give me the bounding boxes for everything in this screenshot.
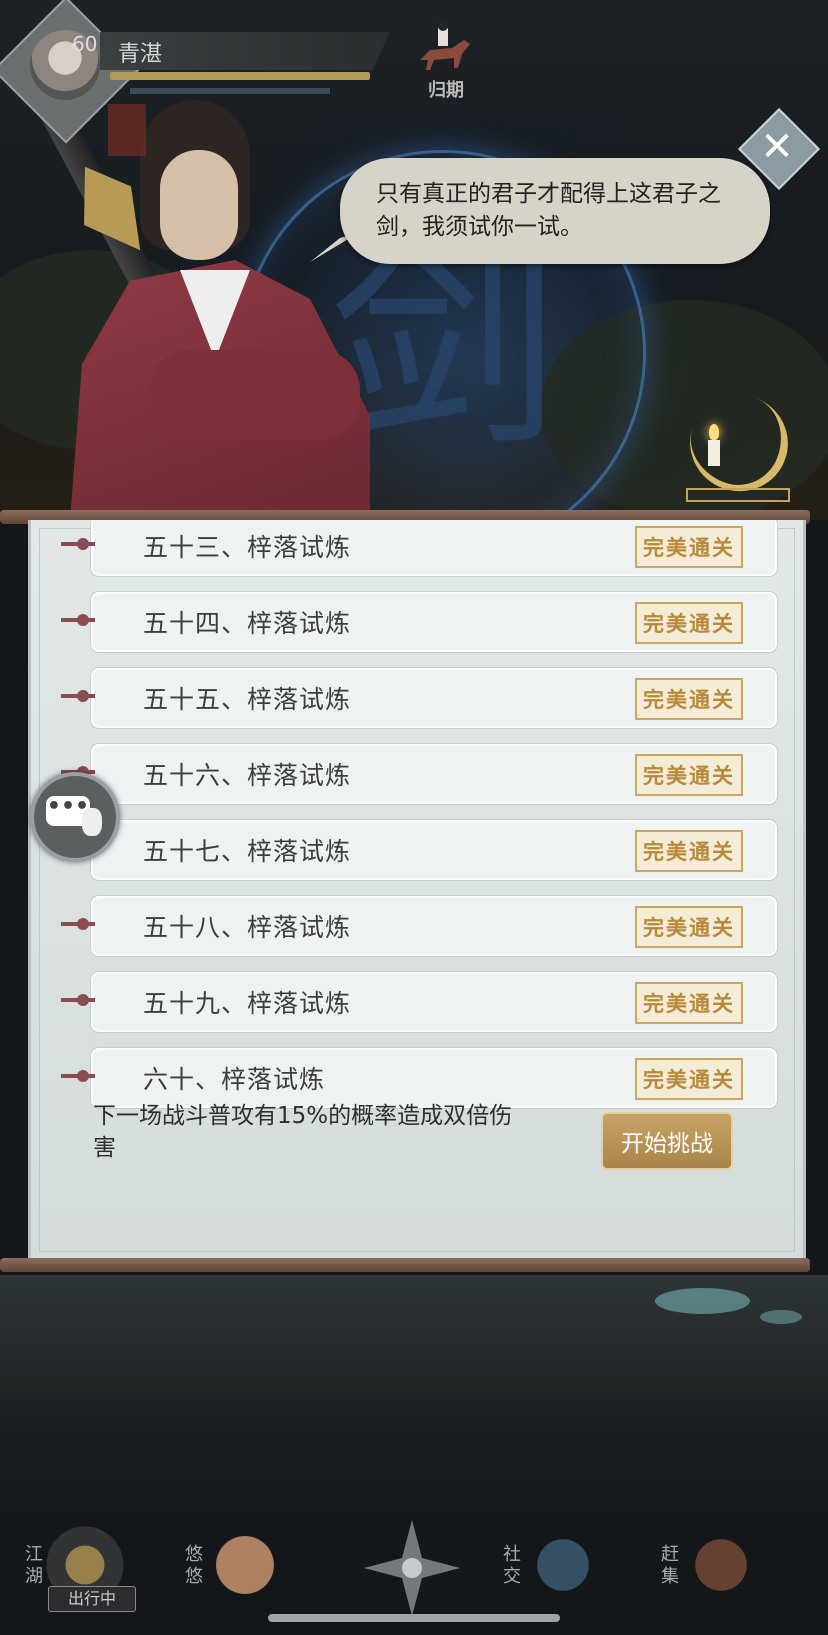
perfect-clear-seal: 完美通关 [635, 830, 743, 872]
nav-label: 赶集 [661, 1544, 679, 1587]
trial-label: 五十八、梓落试炼 [143, 913, 352, 942]
nav-item-jianghu[interactable]: 江湖 出行中 [10, 1500, 150, 1635]
trial-label: 五十九、梓落试炼 [143, 989, 352, 1018]
trial-row[interactable]: 五十五、梓落试炼 完美通关 [61, 668, 777, 728]
scroll-rod-bottom [0, 1258, 810, 1272]
perfect-clear-seal: 完美通关 [635, 982, 743, 1024]
row-bullet-dot [77, 994, 89, 1006]
trial-row[interactable]: 六十、梓落试炼 完美通关 [61, 1048, 777, 1108]
candle-icon [708, 440, 720, 466]
trial-row[interactable]: 五十四、梓落试炼 完美通关 [61, 592, 777, 652]
dialog-text: 只有真正的君子才配得上这君子之剑，我须试你一试。 [376, 181, 721, 240]
wave-icon [518, 1520, 608, 1610]
trial-label: 六十、梓落试炼 [143, 1065, 326, 1094]
nav-label: 江湖 [25, 1544, 43, 1587]
row-bullet-dot [77, 538, 89, 550]
trial-row[interactable]: 五十六、梓落试炼 完美通关 [61, 744, 777, 804]
basket-icon [676, 1520, 766, 1610]
trial-row[interactable]: 五十八、梓落试炼 完美通关 [61, 896, 777, 956]
perfect-clear-seal: 完美通关 [635, 678, 743, 720]
trial-label: 五十六、梓落试炼 [143, 761, 352, 790]
perfect-clear-seal: 完美通关 [635, 526, 743, 568]
compass-star-icon[interactable] [364, 1520, 460, 1616]
trial-row[interactable]: 五十七、梓落试炼 完美通关 [61, 820, 777, 880]
crane-moon-icon [200, 1520, 290, 1610]
row-bullet-dot [77, 690, 89, 702]
trial-list-panel[interactable]: 五十三、梓落试炼 完美通关 五十四、梓落试炼 完美通关 五十五、梓落试炼 完美通… [28, 520, 806, 1260]
character-face [160, 150, 238, 260]
trial-row[interactable]: 五十九、梓落试炼 完美通关 [61, 972, 777, 1032]
gourd-icon [82, 808, 102, 836]
row-bullet-dot [77, 1070, 89, 1082]
nav-label: 社交 [503, 1544, 521, 1587]
close-icon[interactable]: ✕ [750, 120, 804, 174]
player-level: 60 [72, 32, 98, 56]
row-bullet-dot [77, 918, 89, 930]
return-label[interactable]: 归期 [428, 76, 464, 102]
perfect-clear-seal: 完美通关 [635, 602, 743, 644]
flame-icon [709, 424, 719, 440]
player-health-bar [110, 72, 370, 80]
character-arms [150, 350, 360, 440]
horse-rider-icon[interactable] [412, 20, 476, 76]
row-bullet-dot [77, 614, 89, 626]
perfect-clear-seal: 完美通关 [635, 906, 743, 948]
lily-pad [760, 1310, 802, 1324]
perfect-clear-seal: 完美通关 [635, 1058, 743, 1100]
traveling-badge: 出行中 [48, 1586, 136, 1612]
player-name: 青湛 [118, 42, 163, 67]
perfect-clear-seal: 完美通关 [635, 754, 743, 796]
nav-item-market[interactable]: 赶集 [646, 1500, 786, 1635]
home-indicator[interactable] [268, 1614, 560, 1622]
candle-stand [686, 488, 790, 502]
trial-label: 五十七、梓落试炼 [143, 837, 352, 866]
buff-description: 下一场战斗普攻有15%的概率造成双倍伤害 [93, 1103, 513, 1161]
trial-label: 五十四、梓落试炼 [143, 609, 352, 638]
lily-pad [655, 1288, 750, 1314]
trial-label: 五十五、梓落试炼 [143, 685, 352, 714]
start-challenge-button[interactable]: 开始挑战 [601, 1112, 733, 1170]
player-energy-bar [130, 88, 330, 94]
companion-avatar[interactable] [108, 104, 146, 156]
nav-label: 悠悠 [185, 1544, 203, 1587]
trial-label: 五十三、梓落试炼 [143, 533, 352, 562]
trial-row[interactable]: 五十三、梓落试炼 完美通关 [61, 520, 777, 576]
